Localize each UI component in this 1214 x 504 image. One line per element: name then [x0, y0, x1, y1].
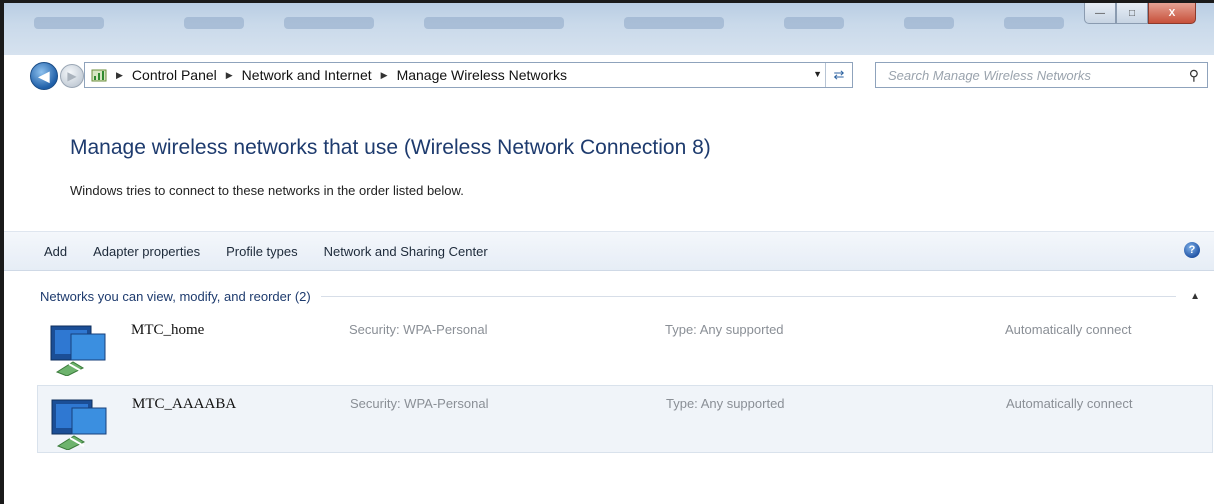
blurred-title-area [34, 17, 104, 29]
help-icon[interactable]: ? [1184, 242, 1200, 258]
add-button[interactable]: Add [44, 244, 67, 259]
group-label: Networks you can view, modify, and reord… [40, 289, 311, 304]
forward-arrow-icon[interactable]: ▶ [60, 64, 84, 88]
minimize-button[interactable]: — [1084, 3, 1116, 24]
close-button[interactable]: X [1148, 3, 1196, 24]
search-box: ⚲ [875, 62, 1208, 88]
adapter-properties-button[interactable]: Adapter properties [93, 244, 200, 259]
network-row-mtc-home[interactable]: MTC_home Security: WPA-Personal Type: An… [37, 312, 1213, 380]
network-connect-mode: Automatically connect [1005, 322, 1132, 337]
blurred-title-area [424, 17, 564, 29]
blurred-title-area [784, 17, 844, 29]
command-bar: Add Adapter properties Profile types Net… [4, 231, 1214, 271]
search-input[interactable] [886, 66, 1180, 84]
breadcrumb-separator-icon: ▶ [225, 69, 233, 80]
network-security: Security: WPA-Personal [350, 396, 489, 411]
network-name: MTC_home [131, 322, 205, 338]
collapse-icon[interactable]: ▲ [1190, 291, 1200, 302]
breadcrumb-separator-icon: ▶ [116, 69, 123, 80]
breadcrumb-network-and-internet[interactable]: Network and Internet [242, 67, 372, 83]
wireless-network-icon [50, 325, 106, 376]
breadcrumb-control-panel[interactable]: Control Panel [132, 67, 217, 83]
page-description: Windows tries to connect to these networ… [70, 183, 464, 198]
maximize-button[interactable]: □ [1116, 3, 1148, 24]
wireless-network-icon [51, 399, 107, 450]
explorer-window: — □ X ◀ ▶ ▼ ▶ Control Panel ▶ Network an… [0, 0, 1214, 504]
page-title: Manage wireless networks that use (Wirel… [70, 136, 711, 159]
blurred-title-area [284, 17, 374, 29]
network-security: Security: WPA-Personal [349, 322, 488, 337]
main-content: Manage wireless networks that use (Wirel… [4, 96, 1214, 504]
group-divider [320, 296, 1177, 297]
network-group-header: Networks you can view, modify, and reord… [40, 289, 1200, 304]
control-panel-icon [91, 69, 107, 82]
breadcrumb-separator-icon: ▶ [380, 69, 388, 80]
caption-buttons: — □ X [1084, 3, 1196, 25]
network-sharing-center-button[interactable]: Network and Sharing Center [324, 244, 488, 259]
blurred-title-area [1004, 17, 1064, 29]
address-bar[interactable]: ▶ Control Panel ▶ Network and Internet ▶… [84, 62, 853, 88]
search-icon[interactable]: ⚲ [1189, 67, 1199, 84]
blurred-title-area [624, 17, 724, 29]
network-type: Type: Any supported [665, 322, 784, 337]
blurred-title-area [184, 17, 244, 29]
network-row-mtc-aaaaba[interactable]: MTC_AAAABA Security: WPA-Personal Type: … [37, 385, 1213, 453]
blurred-title-area [904, 17, 954, 29]
network-name: MTC_AAAABA [132, 396, 237, 412]
title-bar: — □ X [4, 3, 1214, 55]
network-type: Type: Any supported [666, 396, 785, 411]
address-dropdown-icon[interactable]: ▼ [813, 69, 822, 79]
network-connect-mode: Automatically connect [1006, 396, 1133, 411]
refresh-icon[interactable]: ⇄ [825, 63, 852, 87]
profile-types-button[interactable]: Profile types [226, 244, 298, 259]
breadcrumb-manage-wireless-networks[interactable]: Manage Wireless Networks [397, 67, 567, 83]
back-arrow-icon[interactable]: ◀ [30, 62, 58, 90]
